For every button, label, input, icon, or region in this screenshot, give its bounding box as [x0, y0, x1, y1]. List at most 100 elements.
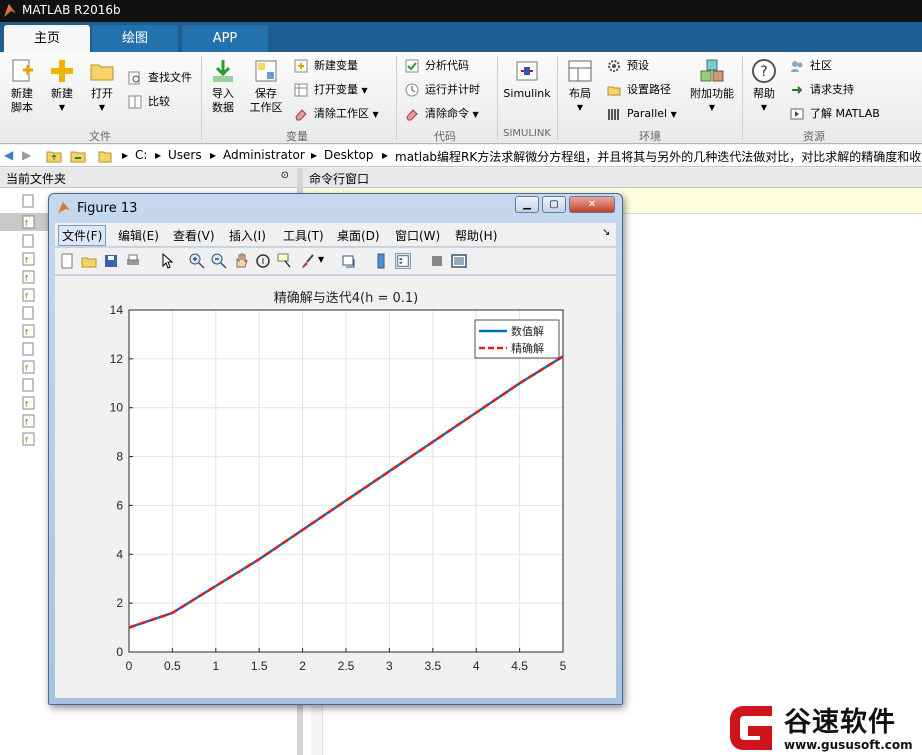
chevron-down-icon: ▼ [58, 103, 66, 112]
compare-button[interactable]: 比较 [128, 93, 170, 111]
menu-insert[interactable]: 插入(I) [229, 227, 266, 244]
menu-view[interactable]: 查看(V) [173, 227, 215, 244]
chart-title: 精确解与迭代4(h = 0.1) [274, 291, 419, 306]
maximize-button[interactable]: ▢ [542, 196, 566, 213]
zoom-in-icon[interactable] [189, 253, 205, 269]
menu-edit[interactable]: 编辑(E) [118, 227, 159, 244]
breadcrumb-c[interactable]: C: [135, 148, 147, 162]
file-icon[interactable] [22, 378, 40, 392]
mfile-icon[interactable]: f [22, 414, 40, 428]
addons-button[interactable]: 附加功能 ▼ [688, 58, 736, 115]
select-pointer-icon[interactable] [159, 253, 175, 269]
tab-apps[interactable]: APP [182, 25, 268, 52]
svg-text:f: f [25, 418, 28, 427]
x-tick-label: 4.5 [511, 659, 528, 673]
chevron-down-icon: ▼ [361, 86, 368, 95]
mfile-icon[interactable]: f [22, 396, 40, 410]
file-icon[interactable] [22, 194, 40, 208]
file-icon[interactable] [22, 234, 40, 248]
mfile-icon[interactable]: f [22, 324, 40, 338]
pan-hand-icon[interactable] [233, 253, 249, 269]
colorbar-icon[interactable] [373, 253, 389, 269]
tab-plots[interactable]: 绘图 [92, 25, 178, 52]
menu-window[interactable]: 窗口(W) [395, 227, 440, 244]
svg-text:f: f [25, 400, 28, 409]
eraser-icon [295, 109, 307, 121]
new-variable-button[interactable]: 新建变量 [294, 57, 358, 75]
print-icon[interactable] [125, 253, 141, 269]
mfile-icon[interactable]: f [22, 252, 40, 266]
ribbon-divider [201, 56, 202, 140]
menu-tools[interactable]: 工具(T) [283, 227, 324, 244]
chevron-down-icon[interactable]: ▼ [318, 255, 334, 271]
zoom-out-icon[interactable] [211, 253, 227, 269]
parallel-button[interactable]: Parallel ▼ [607, 105, 677, 123]
forward-icon[interactable]: ▶ [22, 148, 31, 162]
import-data-button[interactable]: 导入 数据 [207, 58, 239, 115]
mfile-icon[interactable]: f [22, 270, 40, 284]
breadcrumb-current-folder[interactable]: matlab编程RK方法求解微分方程组，并且将其与另外的几种迭代法做对比，对比求… [395, 148, 922, 165]
back-icon[interactable]: ◀ [4, 148, 13, 162]
analyze-code-button[interactable]: 分析代码 [405, 57, 469, 75]
link-plot-icon[interactable] [341, 253, 357, 269]
close-button[interactable]: ✕ [569, 196, 615, 213]
preferences-button[interactable]: 预设 [607, 57, 649, 75]
community-button[interactable]: 社区 [790, 57, 832, 75]
simulink-button[interactable]: Simulink [502, 58, 552, 101]
menu-help[interactable]: 帮助(H) [455, 227, 497, 244]
mfile-icon[interactable]: f [22, 360, 40, 374]
run-and-time-button[interactable]: 运行并计时 [405, 81, 480, 99]
y-tick-label: 14 [110, 303, 124, 317]
x-tick-label: 2 [299, 659, 306, 673]
data-cursor-icon[interactable] [277, 253, 293, 269]
save-workspace-button[interactable]: 保存 工作区 [247, 58, 285, 115]
dock-arrow-icon[interactable]: ↘ [602, 227, 610, 238]
chevron-down-icon: ▼ [98, 103, 106, 112]
minimize-button[interactable]: ▁ [515, 196, 539, 213]
new-figure-icon[interactable] [59, 253, 75, 269]
x-tick-label: 3 [386, 659, 393, 673]
file-icon[interactable] [22, 306, 40, 320]
help-button[interactable]: ? 帮助 ▼ [748, 58, 780, 115]
show-plot-tools-icon[interactable] [451, 253, 467, 269]
open-button[interactable]: 打开 ▼ [86, 58, 118, 115]
group-simulink-label: SIMULINK [503, 128, 551, 139]
panel-menu-icon[interactable]: ⊙ [281, 170, 289, 181]
request-support-button[interactable]: 请求支持 [790, 81, 854, 99]
rotate-3d-icon[interactable] [255, 253, 271, 269]
save-icon[interactable] [103, 253, 119, 269]
group-resources-label: 资源 [803, 130, 825, 143]
layout-button[interactable]: 布局 ▼ [564, 58, 596, 115]
set-path-button[interactable]: 设置路径 [607, 81, 671, 99]
breadcrumb-desktop[interactable]: Desktop [324, 148, 374, 162]
tab-home[interactable]: 主页 [4, 25, 90, 52]
breadcrumb-administrator[interactable]: Administrator [223, 148, 305, 162]
breadcrumb-users[interactable]: Users [168, 148, 202, 162]
figure-window[interactable]: Figure 13 ▁ ▢ ✕ 文件(F) 编辑(E) 查看(V) 插入(I) … [48, 193, 623, 705]
clear-workspace-button[interactable]: 清除工作区 ▼ [294, 105, 379, 123]
file-icon[interactable] [22, 342, 40, 356]
x-tick-label: 4 [473, 659, 480, 673]
import-data-label: 导入 数据 [212, 87, 234, 114]
mfile-icon[interactable]: f [22, 215, 40, 229]
open-file-icon[interactable] [81, 253, 97, 269]
menu-desktop[interactable]: 桌面(D) [337, 227, 380, 244]
new-button[interactable]: 新建 ▼ [46, 58, 78, 115]
clear-commands-button[interactable]: 清除命令 ▼ [405, 105, 479, 123]
hide-plot-tools-icon[interactable] [429, 253, 445, 269]
legend-icon[interactable] [395, 253, 411, 269]
app-title: MATLAB R2016b [22, 3, 121, 17]
up-folder-icon[interactable] [46, 149, 62, 163]
menu-file[interactable]: 文件(F) [58, 225, 107, 246]
brush-icon[interactable] [299, 253, 315, 269]
new-label: 新建 [51, 87, 73, 100]
find-files-button[interactable]: 查找文件 [128, 69, 192, 87]
svg-text:f: f [25, 219, 28, 228]
new-script-button[interactable]: 新建 脚本 [6, 58, 38, 115]
browse-folder-icon[interactable] [70, 149, 86, 163]
addons-label: 附加功能 [690, 87, 734, 100]
learn-matlab-button[interactable]: 了解 MATLAB [790, 105, 880, 123]
mfile-icon[interactable]: f [22, 288, 40, 302]
open-variable-button[interactable]: 打开变量 ▼ [294, 81, 368, 99]
mfile-icon[interactable]: f [22, 432, 40, 446]
